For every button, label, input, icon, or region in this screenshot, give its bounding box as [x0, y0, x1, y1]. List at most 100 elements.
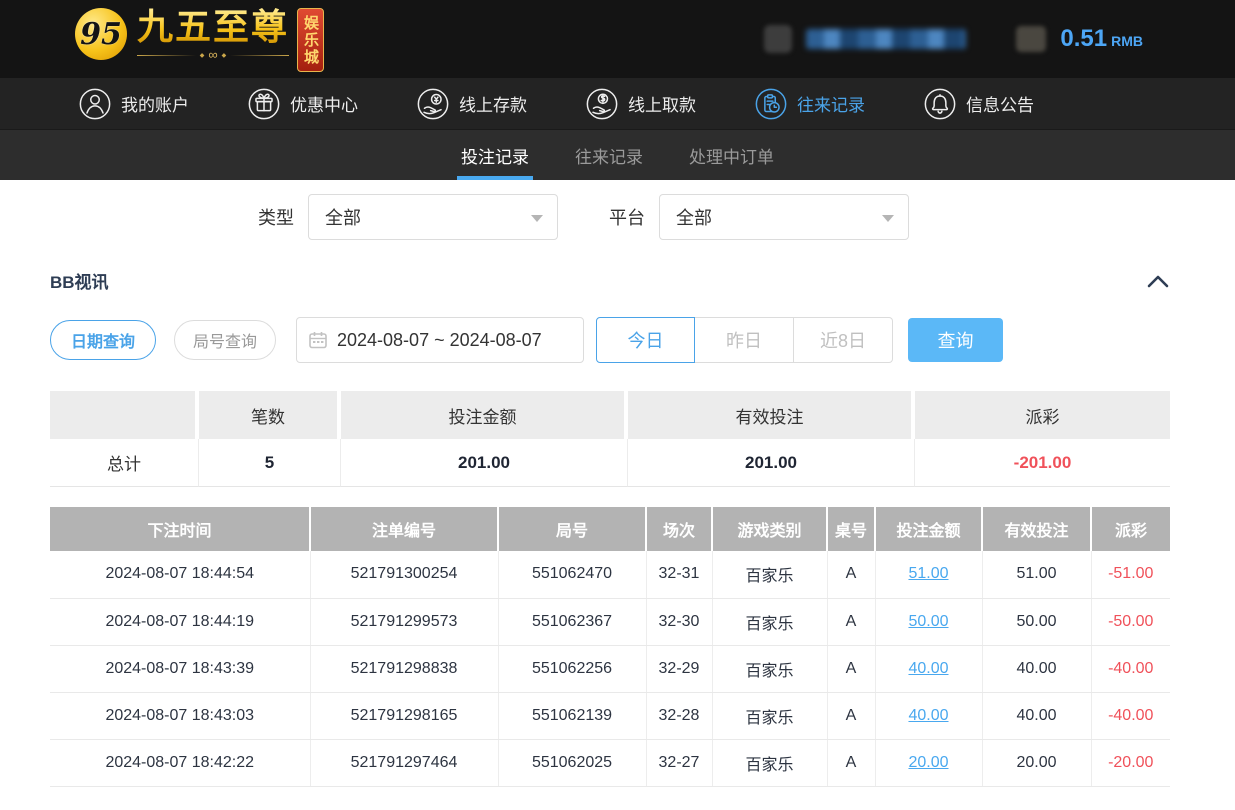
summary-header-count: 笔数: [199, 391, 341, 439]
col-bet-time: 下注时间: [50, 507, 310, 551]
tab-transaction-records[interactable]: 往来记录: [573, 130, 645, 180]
date-query-button[interactable]: 日期查询: [50, 320, 156, 360]
user-avatar-icon[interactable]: [764, 25, 792, 53]
cell-bet-time: 2024-08-07 18:43:03: [50, 692, 310, 739]
cell-game-type: 百家乐: [712, 739, 827, 786]
col-bet-amount: 投注金额: [875, 507, 982, 551]
type-select[interactable]: 全部: [308, 194, 558, 240]
nav-item-my-account[interactable]: 我的账户: [78, 87, 189, 121]
section-title: BB视讯: [50, 268, 109, 293]
cell-round-no: 551062139: [498, 692, 646, 739]
cell-game-type: 百家乐: [712, 692, 827, 739]
cell-bet-time: 2024-08-07 18:43:39: [50, 645, 310, 692]
nav-item-announcements[interactable]: 信息公告: [923, 87, 1034, 121]
bet-amount-link[interactable]: 40.00: [908, 707, 948, 724]
cell-valid-bet: 51.00: [982, 551, 1091, 598]
cell-table-no: A: [827, 598, 875, 645]
cell-bet-amount: 20.00: [875, 739, 982, 786]
summary-table: 笔数 投注金额 有效投注 派彩 总计 5 201.00 201.00 -201.…: [50, 391, 1170, 487]
nav-item-withdraw[interactable]: 线上取款: [585, 87, 696, 121]
balance-amount: 0.51: [1060, 25, 1107, 52]
cell-session: 32-30: [646, 598, 712, 645]
chevron-up-icon: [1147, 274, 1169, 288]
cell-table-no: A: [827, 692, 875, 739]
cell-bet-amount: 50.00: [875, 598, 982, 645]
bet-amount-link[interactable]: 50.00: [908, 613, 948, 630]
tab-pending-orders[interactable]: 处理中订单: [687, 130, 776, 180]
query-toolbar: 日期查询 局号查询 2024-08-07 ~ 2024-08-07 今日 昨日 …: [0, 317, 1235, 363]
table-row: 2024-08-07 18:43:03 521791298165 5510621…: [50, 692, 1170, 739]
today-button[interactable]: 今日: [596, 317, 695, 363]
col-session: 场次: [646, 507, 712, 551]
logo-95-icon: 95: [75, 8, 127, 60]
top-header: 95 九五至尊 ◆ ∞ ◆ 娱乐城 0.51RMB: [0, 0, 1235, 78]
main-nav: 我的账户 优惠中心 线上存款 线上取款 往来记录 信息公告: [0, 78, 1235, 130]
cell-valid-bet: 50.00: [982, 598, 1091, 645]
records-icon: [754, 87, 788, 121]
cell-payout: -50.00: [1091, 598, 1170, 645]
table-row: 2024-08-07 18:44:19 521791299573 5510623…: [50, 598, 1170, 645]
cell-bet-time: 2024-08-07 18:44:54: [50, 551, 310, 598]
nav-item-promotions[interactable]: 优惠中心: [247, 87, 358, 121]
yesterday-button[interactable]: 昨日: [695, 317, 794, 363]
cell-bet-amount: 40.00: [875, 692, 982, 739]
summary-bet-amount: 201.00: [341, 439, 628, 487]
summary-payout: -201.00: [915, 439, 1170, 487]
cell-valid-bet: 40.00: [982, 645, 1091, 692]
bet-amount-link[interactable]: 40.00: [908, 660, 948, 677]
brand-name: 九五至尊: [137, 6, 289, 48]
summary-total-row: 总计 5 201.00 201.00 -201.00: [50, 439, 1170, 487]
table-row: 2024-08-07 18:44:54 521791300254 5510624…: [50, 551, 1170, 598]
cell-payout: -51.00: [1091, 551, 1170, 598]
cell-round-no: 551062470: [498, 551, 646, 598]
records-header-row: 下注时间 注单编号 局号 场次 游戏类别 桌号 投注金额 有效投注 派彩: [50, 507, 1170, 551]
cell-round-no: 551062256: [498, 645, 646, 692]
user-icon: [78, 87, 112, 121]
search-button[interactable]: 查询: [908, 318, 1003, 362]
cell-payout: -40.00: [1091, 692, 1170, 739]
col-payout: 派彩: [1091, 507, 1170, 551]
wallet-icon[interactable]: [1016, 26, 1046, 52]
cell-order-id: 521791299573: [310, 598, 498, 645]
sub-nav: 投注记录 往来记录 处理中订单: [0, 130, 1235, 180]
cell-session: 32-29: [646, 645, 712, 692]
brand-logo[interactable]: 95 九五至尊 ◆ ∞ ◆ 娱乐城: [75, 6, 324, 72]
nav-item-deposit[interactable]: 线上存款: [416, 87, 527, 121]
summary-header-payout: 派彩: [915, 391, 1170, 439]
collapse-section-button[interactable]: [1147, 274, 1169, 288]
date-range-input[interactable]: 2024-08-07 ~ 2024-08-07: [296, 317, 584, 363]
brand-badge: 娱乐城: [297, 8, 324, 72]
tab-bet-records[interactable]: 投注记录: [459, 130, 531, 180]
cell-order-id: 521791300254: [310, 551, 498, 598]
platform-select[interactable]: 全部: [659, 194, 909, 240]
section-header: BB视讯: [0, 268, 1235, 293]
filter-row: 类型 全部 平台 全部: [0, 194, 1235, 240]
col-round-no: 局号: [498, 507, 646, 551]
cell-bet-time: 2024-08-07 18:44:19: [50, 598, 310, 645]
cell-valid-bet: 20.00: [982, 739, 1091, 786]
cell-session: 32-31: [646, 551, 712, 598]
col-game-type: 游戏类别: [712, 507, 827, 551]
bet-amount-link[interactable]: 51.00: [908, 565, 948, 582]
summary-count: 5: [199, 439, 341, 487]
chevron-down-icon: [882, 215, 894, 222]
summary-total-label: 总计: [50, 439, 199, 487]
bet-records-table: 下注时间 注单编号 局号 场次 游戏类别 桌号 投注金额 有效投注 派彩 202…: [50, 507, 1170, 787]
balance-currency: RMB: [1111, 33, 1143, 49]
summary-valid-bet: 201.00: [628, 439, 915, 487]
round-query-button[interactable]: 局号查询: [174, 320, 276, 360]
calendar-icon: [309, 331, 327, 349]
summary-header-bet-amount: 投注金额: [341, 391, 628, 439]
cell-table-no: A: [827, 551, 875, 598]
nav-item-records[interactable]: 往来记录: [754, 87, 865, 121]
cell-order-id: 521791298838: [310, 645, 498, 692]
cell-game-type: 百家乐: [712, 551, 827, 598]
date-range-value: 2024-08-07 ~ 2024-08-07: [337, 330, 542, 351]
col-order-id: 注单编号: [310, 507, 498, 551]
summary-header-blank: [50, 391, 199, 439]
table-row: 2024-08-07 18:42:22 521791297464 5510620…: [50, 739, 1170, 786]
cell-table-no: A: [827, 739, 875, 786]
bet-amount-link[interactable]: 20.00: [908, 754, 948, 771]
last-8-days-button[interactable]: 近8日: [794, 317, 893, 363]
summary-header-row: 笔数 投注金额 有效投注 派彩: [50, 391, 1170, 439]
